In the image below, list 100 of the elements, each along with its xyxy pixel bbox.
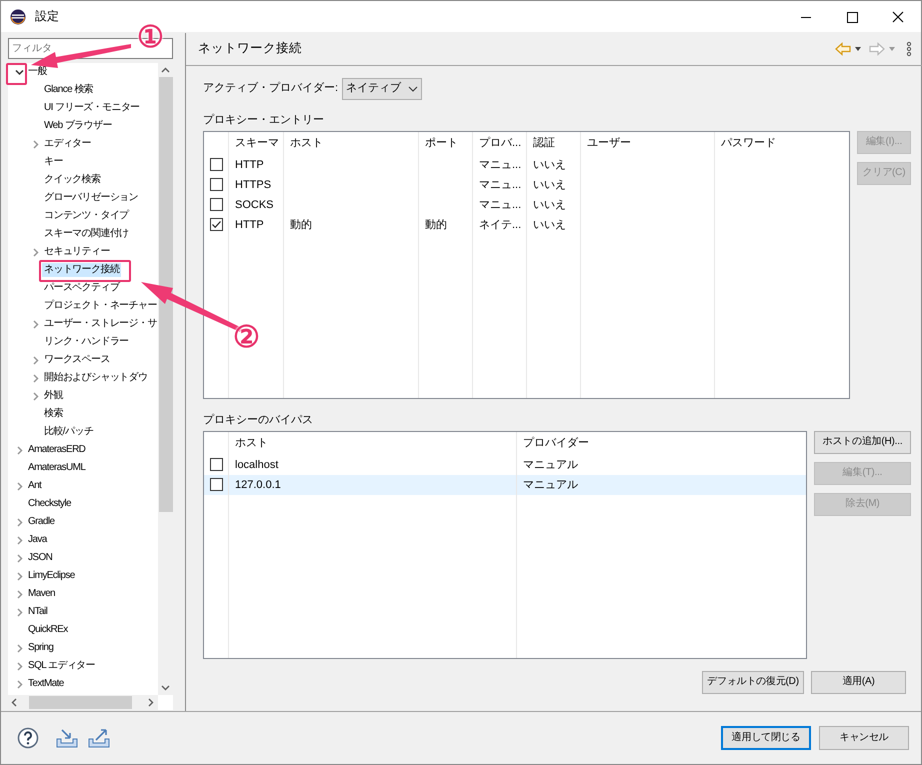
button[interactable]: ホストの追加(H)...	[814, 430, 911, 454]
tree-item[interactable]: JSON	[26, 551, 54, 565]
table-cell: 127.0.0.1	[235, 478, 281, 490]
highlight-frame	[6, 63, 27, 85]
table-cell: いいえ	[533, 178, 566, 191]
collapsed-chevron-icon[interactable]	[14, 572, 24, 580]
tree-item[interactable]: AmaterasUML	[26, 461, 88, 475]
window-title: 設定	[35, 9, 59, 24]
table-cell: いいえ	[533, 198, 566, 211]
collapsed-chevron-icon[interactable]	[14, 536, 24, 544]
collapsed-chevron-icon[interactable]	[30, 356, 40, 364]
column-header[interactable]: パスワード	[715, 132, 849, 155]
checkbox[interactable]	[210, 218, 222, 232]
column-header[interactable]: ホスト	[229, 432, 516, 454]
collapsed-chevron-icon[interactable]	[14, 662, 24, 670]
tree-item[interactable]: 検索	[42, 407, 65, 421]
collapsed-chevron-icon[interactable]	[30, 248, 40, 256]
section-label: プロキシーのバイパス	[203, 414, 314, 428]
column-header[interactable]: プロバ...	[473, 132, 526, 155]
tree-item[interactable]: セキュリティー	[42, 245, 112, 259]
tree-item[interactable]: LimyEclipse	[26, 569, 77, 583]
column-header[interactable]: スキーマ	[229, 132, 283, 155]
column-header[interactable]: ホスト	[284, 132, 418, 155]
collapsed-chevron-icon[interactable]	[14, 590, 24, 598]
import-icon[interactable]	[55, 727, 79, 749]
table-cell: HTTP	[235, 158, 264, 171]
collapsed-chevron-icon[interactable]	[14, 518, 24, 526]
export-icon[interactable]	[87, 727, 111, 749]
tree-item[interactable]: グローバリゼーション	[42, 191, 140, 205]
tree-item[interactable]: Maven	[26, 587, 58, 601]
checkbox[interactable]	[210, 198, 222, 212]
collapsed-chevron-icon[interactable]	[30, 140, 40, 148]
collapsed-chevron-icon[interactable]	[30, 374, 40, 382]
checkbox[interactable]	[210, 478, 222, 491]
tree-item[interactable]: ユーザー・ストレージ・サ	[42, 317, 158, 331]
tree-item[interactable]: UI フリーズ・モニター	[42, 101, 142, 115]
button[interactable]: 適用(A)	[811, 670, 906, 694]
tree-item[interactable]: キー	[42, 155, 65, 169]
tree-item[interactable]: NTail	[26, 605, 50, 619]
horizontal-scrollbar[interactable]	[8, 695, 158, 710]
checkbox[interactable]	[210, 458, 222, 471]
tree-item[interactable]: Web ブラウザー	[42, 119, 114, 133]
table-cell: 動的	[425, 218, 447, 231]
checkbox[interactable]	[210, 178, 222, 192]
collapsed-chevron-icon[interactable]	[30, 320, 40, 328]
checkbox[interactable]	[210, 158, 222, 172]
tree-item[interactable]: 比較/パッチ	[42, 425, 96, 439]
tree-item[interactable]: ワークスペース	[42, 353, 112, 367]
collapsed-chevron-icon[interactable]	[14, 482, 24, 490]
collapsed-chevron-icon[interactable]	[14, 446, 24, 454]
button[interactable]: 適用して閉じる	[721, 726, 811, 750]
collapsed-chevron-icon[interactable]	[14, 644, 24, 652]
table-cell: SOCKS	[235, 198, 274, 211]
more-menu-icon[interactable]	[905, 41, 913, 57]
tree-item[interactable]: クイック検索	[42, 173, 102, 187]
table-cell: localhost	[235, 458, 278, 470]
scroll-right-icon[interactable]	[148, 698, 154, 707]
tree-item[interactable]: Glance 検索	[42, 83, 96, 97]
button[interactable]: キャンセル	[819, 726, 909, 750]
tree-item[interactable]: エディター	[42, 137, 94, 151]
column-header[interactable]: 認証	[527, 132, 580, 155]
tree-item[interactable]: Ant	[26, 479, 44, 493]
scroll-left-icon[interactable]	[11, 698, 17, 707]
tree-item[interactable]: Java	[26, 533, 49, 547]
tree-item[interactable]: プロジェクト・ネーチャー	[42, 299, 158, 313]
tree-item[interactable]: ネットワーク接続	[42, 263, 122, 277]
expanded-chevron-icon[interactable]	[14, 68, 24, 76]
tree-item[interactable]: 外観	[42, 389, 65, 403]
provider-select[interactable]: ネイティブ	[342, 78, 422, 100]
vertical-scrollbar[interactable]	[158, 63, 173, 695]
tree-item[interactable]: Checkstyle	[26, 497, 73, 511]
collapsed-chevron-icon[interactable]	[14, 554, 24, 562]
collapsed-chevron-icon[interactable]	[30, 392, 40, 400]
tree-item[interactable]: スキーマの関連付け	[42, 227, 131, 241]
button[interactable]: デフォルトの復元(D)	[702, 670, 804, 694]
tree-item[interactable]: QuickREx	[26, 623, 70, 637]
help-icon[interactable]	[17, 727, 39, 749]
tree-item[interactable]: AmaterasERD	[26, 443, 88, 457]
tree-item[interactable]: Gradle	[26, 515, 56, 529]
tree-item[interactable]: コンテンツ・タイプ	[42, 209, 131, 223]
column-header[interactable]: ユーザー	[581, 132, 714, 155]
scroll-up-icon[interactable]	[161, 67, 170, 73]
scroll-down-icon[interactable]	[161, 685, 170, 691]
table-cell: マニュ...	[479, 198, 522, 211]
tree-item[interactable]: 開始およびシャットダウ	[42, 371, 150, 385]
column-header[interactable]: ポート	[419, 132, 472, 155]
tree-item[interactable]: TextMate	[26, 677, 66, 691]
section-label: プロキシー・エントリー	[203, 114, 325, 128]
tree-item[interactable]: リンク・ハンドラー	[42, 335, 131, 349]
tree-item[interactable]: SQL エディター	[26, 659, 98, 673]
table-cell: マニュアル	[523, 458, 578, 470]
collapsed-chevron-icon[interactable]	[14, 608, 24, 616]
collapsed-chevron-icon[interactable]	[14, 680, 24, 688]
table-cell: いいえ	[533, 218, 566, 231]
table-cell: マニュ...	[479, 178, 522, 191]
forward-arrow-icon[interactable]	[869, 42, 885, 56]
column-header[interactable]: プロバイダー	[517, 432, 806, 454]
tree-item[interactable]: 一般	[26, 65, 49, 79]
tree-item[interactable]: Spring	[26, 641, 56, 655]
tree-item[interactable]: パースペクティブ	[42, 281, 122, 295]
